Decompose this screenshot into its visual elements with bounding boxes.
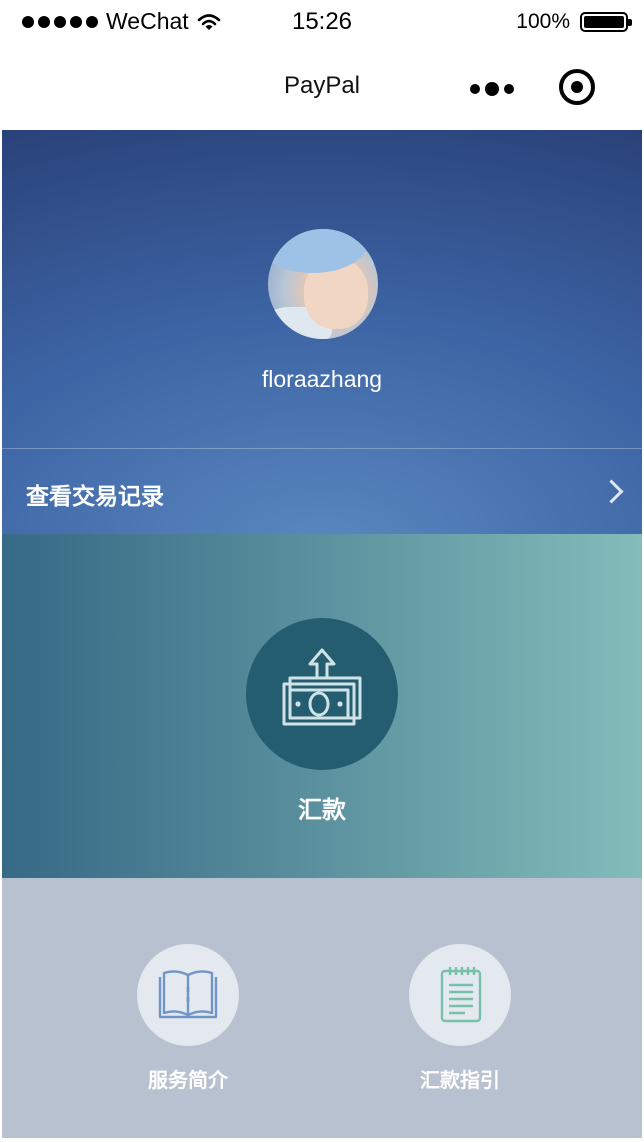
money-transfer-icon <box>282 648 362 726</box>
page-title: PayPal <box>283 72 361 99</box>
transaction-history-label: 查看交易记录 <box>26 483 164 509</box>
transfer-label: 汇款 <box>298 797 346 824</box>
transfer-guide-icon-circle <box>409 944 511 1046</box>
transaction-history-row[interactable]: 查看交易记录 <box>2 449 642 534</box>
status-bar: WeChat 15:26 100% <box>2 2 642 44</box>
battery-percent: 100% <box>516 10 570 33</box>
service-intro-button[interactable]: 服务简介 <box>108 944 268 1093</box>
chevron-right-icon <box>599 479 624 504</box>
notepad-icon <box>440 967 482 1023</box>
app-frame: WeChat 15:26 100% PayPal floraazhang 查看交… <box>2 2 642 1138</box>
transfer-button[interactable] <box>246 618 398 770</box>
close-miniprogram-icon[interactable] <box>559 69 595 105</box>
more-options-icon[interactable] <box>470 82 514 96</box>
shortcut-section: 服务简介 汇款指引 <box>2 878 642 1138</box>
profile-header: floraazhang 查看交易记录 <box>2 130 642 534</box>
avatar[interactable] <box>268 229 378 339</box>
navigation-bar: PayPal <box>2 44 642 130</box>
transfer-guide-button[interactable]: 汇款指引 <box>380 944 540 1093</box>
battery-icon <box>580 12 632 32</box>
service-intro-icon-circle <box>137 944 239 1046</box>
service-intro-label: 服务简介 <box>148 1070 228 1092</box>
username: floraazhang <box>261 366 383 392</box>
transfer-section: 汇款 <box>2 534 642 878</box>
transfer-guide-label: 汇款指引 <box>420 1070 500 1092</box>
book-icon <box>158 970 218 1019</box>
status-right: 100% <box>516 10 632 34</box>
